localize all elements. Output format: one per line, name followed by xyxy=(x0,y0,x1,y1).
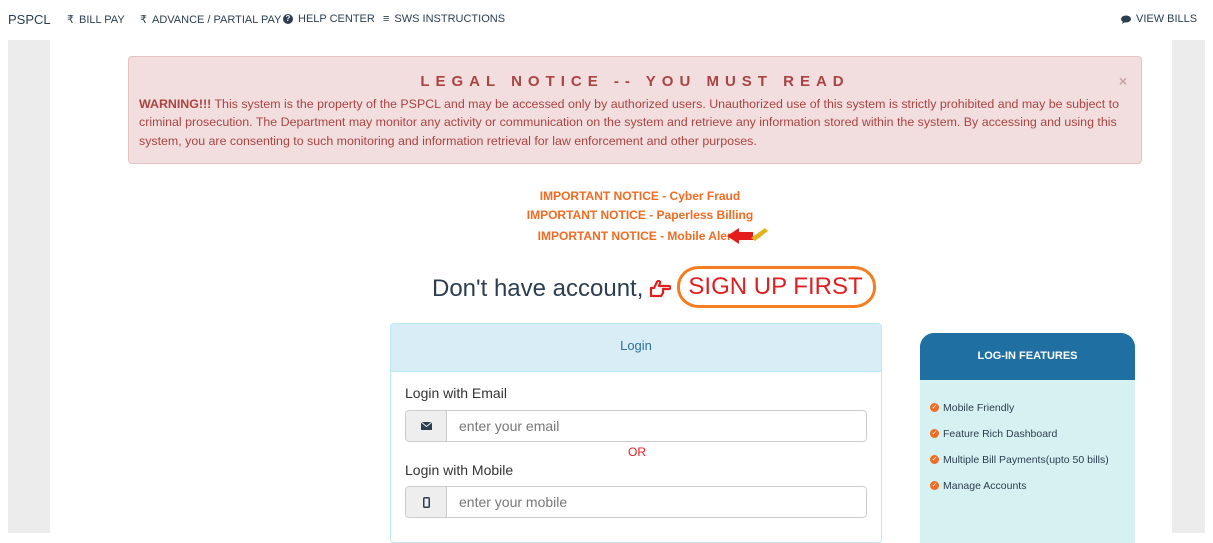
features-title: LOG-IN FEATURES xyxy=(920,333,1135,380)
notice-cyber-fraud[interactable]: IMPORTANT NOTICE - Cyber Fraud xyxy=(400,189,880,203)
check-circle-icon: ✓ xyxy=(930,429,939,438)
brand-link[interactable]: PSPCL xyxy=(8,12,51,27)
envelope-icon xyxy=(406,411,447,441)
help-icon: ? xyxy=(283,14,293,24)
login-panel-title: Login xyxy=(391,324,881,372)
or-separator: OR xyxy=(628,445,646,459)
alert-body: WARNING!!! This system is the property o… xyxy=(139,95,1133,150)
mobile-input-group xyxy=(405,486,867,518)
rupee-icon: ₹ xyxy=(140,14,147,26)
alert-text: This system is the property of the PSPCL… xyxy=(139,97,1119,148)
feature-label: Manage Accounts xyxy=(943,480,1027,492)
nav-sws-instructions[interactable]: ≡ SWS INSTRUCTIONS xyxy=(383,13,505,25)
mobile-label: Login with Mobile xyxy=(405,462,514,478)
feature-item: ✓ Feature Rich Dashboard xyxy=(930,421,1130,447)
chat-icon xyxy=(1121,15,1131,24)
mobile-field[interactable] xyxy=(447,487,866,517)
feature-item: ✓ Manage Accounts xyxy=(930,473,1130,499)
alert-title: LEGAL NOTICE -- YOU MUST READ xyxy=(420,73,850,90)
email-field[interactable] xyxy=(447,411,866,441)
legal-notice-alert: LEGAL NOTICE -- YOU MUST READ × WARNING!… xyxy=(128,56,1142,164)
login-features-panel: LOG-IN FEATURES ✓ Mobile Friendly ✓ Feat… xyxy=(920,333,1135,543)
notice-paperless-billing[interactable]: IMPORTANT NOTICE - Paperless Billing xyxy=(400,208,880,222)
alert-warning: WARNING!!! xyxy=(139,97,212,111)
signup-row: Don't have account, SIGN UP FIRST xyxy=(432,266,876,309)
nav-help-label: HELP CENTER xyxy=(298,13,375,25)
check-circle-icon: ✓ xyxy=(930,481,939,490)
nav-sws-label: SWS INSTRUCTIONS xyxy=(394,13,506,25)
top-navbar: PSPCL ₹ BILL PAY ₹ ADVANCE / PARTIAL PAY… xyxy=(0,0,1213,40)
login-panel: Login Login with Email OR Login with Mob… xyxy=(390,323,882,543)
nav-help-center[interactable]: ? HELP CENTER xyxy=(283,13,375,25)
signup-prefix: Don't have account, xyxy=(432,275,644,302)
email-input-group xyxy=(405,410,867,442)
nav-advance-partial-pay[interactable]: ₹ ADVANCE / PARTIAL PAY xyxy=(140,13,282,27)
nav-bill-pay[interactable]: ₹ BILL PAY xyxy=(67,13,125,27)
check-circle-icon: ✓ xyxy=(930,455,939,464)
mobile-icon xyxy=(406,487,447,517)
rupee-icon: ₹ xyxy=(67,14,74,26)
features-list: ✓ Mobile Friendly ✓ Feature Rich Dashboa… xyxy=(930,395,1130,499)
nav-advance-label: ADVANCE / PARTIAL PAY xyxy=(152,13,282,26)
signup-link[interactable]: SIGN UP FIRST xyxy=(677,266,876,308)
feature-label: Multiple Bill Payments(upto 50 bills) xyxy=(943,454,1109,466)
feature-label: Feature Rich Dashboard xyxy=(943,428,1058,440)
check-circle-icon: ✓ xyxy=(930,403,939,412)
list-icon: ≡ xyxy=(383,13,390,25)
feature-item: ✓ Mobile Friendly xyxy=(930,395,1130,421)
notice-mobile-alerts[interactable]: IMPORTANT NOTICE - Mobile Alerts xyxy=(400,229,880,243)
nav-bill-pay-label: BILL PAY xyxy=(79,13,125,26)
nav-view-bills-label: VIEW BILLS xyxy=(1136,13,1198,25)
feature-label: Mobile Friendly xyxy=(943,402,1015,414)
pointing-hand-icon xyxy=(650,280,672,298)
close-icon[interactable]: × xyxy=(1119,73,1127,89)
arrow-icon xyxy=(727,228,768,244)
feature-item: ✓ Multiple Bill Payments(upto 50 bills) xyxy=(930,447,1130,473)
nav-view-bills[interactable]: VIEW BILLS xyxy=(1121,13,1197,25)
email-label: Login with Email xyxy=(405,385,507,401)
